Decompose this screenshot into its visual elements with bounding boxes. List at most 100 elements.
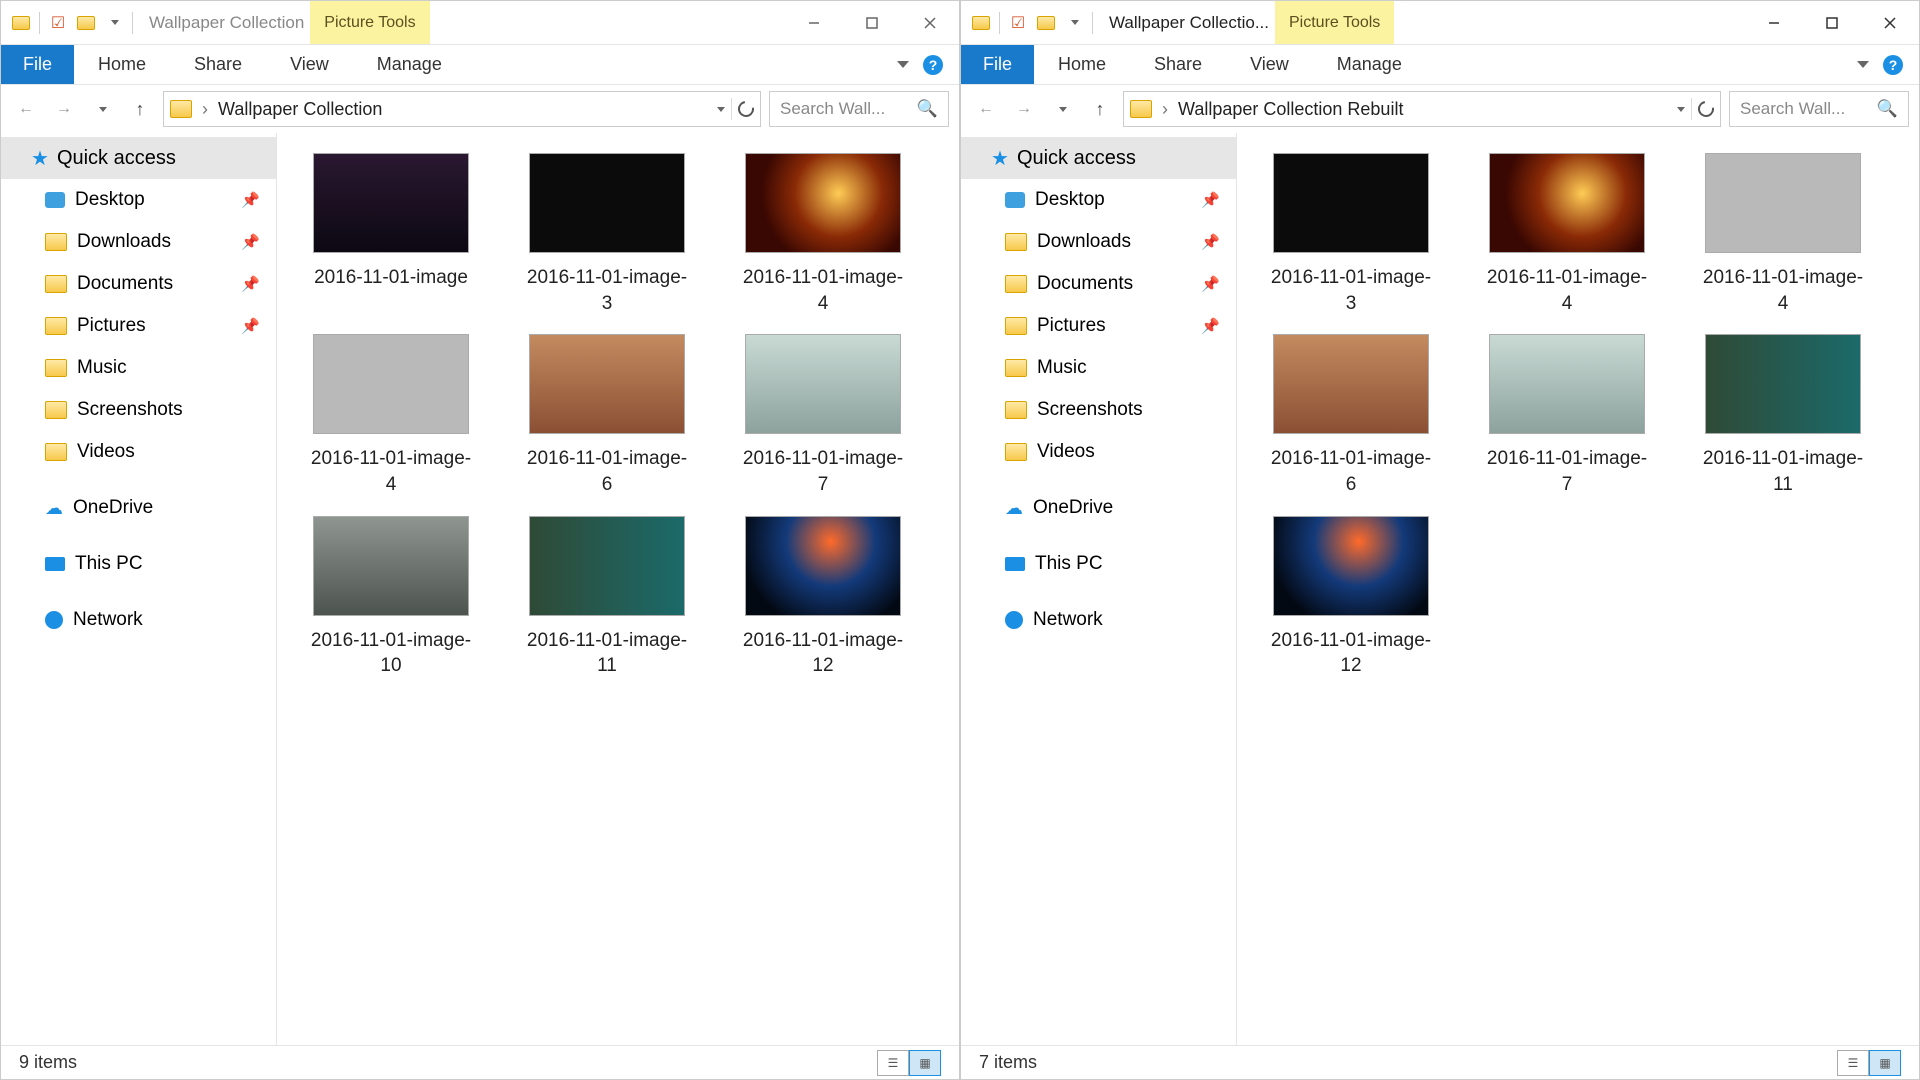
view-details-button[interactable]: ☰: [877, 1050, 909, 1076]
titlebar[interactable]: ☑ Wallpaper Collection Picture Tools: [1, 1, 959, 45]
tab-view[interactable]: View: [266, 45, 353, 84]
new-folder-icon[interactable]: [76, 13, 96, 33]
properties-icon[interactable]: ☑: [1008, 13, 1028, 33]
sidebar-item-pictures[interactable]: Pictures📌: [1, 305, 276, 347]
file-item[interactable]: 2016-11-01-image-11: [1693, 334, 1873, 497]
file-item[interactable]: 2016-11-01-image-3: [517, 153, 697, 316]
picture-tools-tab[interactable]: Picture Tools: [1275, 1, 1394, 44]
maximize-button[interactable]: [1803, 4, 1861, 42]
tab-share[interactable]: Share: [1130, 45, 1226, 84]
file-item[interactable]: 2016-11-01-image-4: [301, 334, 481, 497]
sidebar-item-videos[interactable]: Videos: [961, 431, 1236, 473]
picture-tools-tab[interactable]: Picture Tools: [310, 1, 429, 44]
nav-onedrive[interactable]: ☁OneDrive: [1, 487, 276, 529]
address-bar[interactable]: › Wallpaper Collection: [163, 91, 761, 127]
qat-dropdown-icon[interactable]: [1064, 13, 1084, 33]
search-icon[interactable]: 🔍: [917, 99, 938, 119]
system-menu-icon[interactable]: [11, 13, 31, 33]
search-icon[interactable]: 🔍: [1877, 99, 1898, 119]
ribbon-expand-icon[interactable]: [897, 61, 909, 68]
nav-network[interactable]: Network: [961, 599, 1236, 641]
minimize-button[interactable]: [785, 4, 843, 42]
tab-view[interactable]: View: [1226, 45, 1313, 84]
tab-manage[interactable]: Manage: [353, 45, 466, 84]
nav-onedrive[interactable]: ☁OneDrive: [961, 487, 1236, 529]
help-icon[interactable]: ?: [1883, 55, 1903, 75]
content-pane[interactable]: 2016-11-01-image2016-11-01-image-32016-1…: [277, 133, 959, 1045]
forward-button[interactable]: →: [49, 94, 79, 124]
nav-quick-access[interactable]: ★Quick access: [961, 137, 1236, 179]
recent-dropdown-icon[interactable]: [87, 94, 117, 124]
address-dropdown-icon[interactable]: [717, 107, 725, 112]
address-dropdown-icon[interactable]: [1677, 107, 1685, 112]
file-item[interactable]: 2016-11-01-image: [301, 153, 481, 316]
close-button[interactable]: [901, 4, 959, 42]
tab-home[interactable]: Home: [74, 45, 170, 84]
minimize-button[interactable]: [1745, 4, 1803, 42]
sidebar-item-desktop[interactable]: Desktop📌: [1, 179, 276, 221]
close-button[interactable]: [1861, 4, 1919, 42]
maximize-button[interactable]: [843, 4, 901, 42]
file-item[interactable]: 2016-11-01-image-6: [517, 334, 697, 497]
system-menu-icon[interactable]: [971, 13, 991, 33]
sidebar-item-pictures[interactable]: Pictures📌: [961, 305, 1236, 347]
content-pane[interactable]: 2016-11-01-image-32016-11-01-image-42016…: [1237, 133, 1919, 1045]
tab-manage[interactable]: Manage: [1313, 45, 1426, 84]
tab-share[interactable]: Share: [170, 45, 266, 84]
ribbon-expand-icon[interactable]: [1857, 61, 1869, 68]
breadcrumb-segment[interactable]: Wallpaper Collection: [218, 99, 382, 120]
sidebar-item-desktop[interactable]: Desktop📌: [961, 179, 1236, 221]
sidebar-item-downloads[interactable]: Downloads📌: [961, 221, 1236, 263]
address-bar[interactable]: › Wallpaper Collection Rebuilt: [1123, 91, 1721, 127]
file-item[interactable]: 2016-11-01-image-7: [1477, 334, 1657, 497]
new-folder-icon[interactable]: [1036, 13, 1056, 33]
help-icon[interactable]: ?: [923, 55, 943, 75]
up-button[interactable]: ↑: [125, 94, 155, 124]
nav-quick-access[interactable]: ★Quick access: [1, 137, 276, 179]
view-details-button[interactable]: ☰: [1837, 1050, 1869, 1076]
file-item[interactable]: 2016-11-01-image-12: [1261, 516, 1441, 679]
recent-dropdown-icon[interactable]: [1047, 94, 1077, 124]
forward-button[interactable]: →: [1009, 94, 1039, 124]
tab-file[interactable]: File: [961, 45, 1034, 84]
file-item[interactable]: 2016-11-01-image-4: [733, 153, 913, 316]
chevron-right-icon[interactable]: ›: [202, 99, 208, 120]
search-input[interactable]: Search Wall... 🔍: [769, 91, 949, 127]
file-item[interactable]: 2016-11-01-image-7: [733, 334, 913, 497]
file-item[interactable]: 2016-11-01-image-10: [301, 516, 481, 679]
back-button[interactable]: ←: [971, 94, 1001, 124]
file-item[interactable]: 2016-11-01-image-4: [1693, 153, 1873, 316]
file-item[interactable]: 2016-11-01-image-3: [1261, 153, 1441, 316]
thumbnail: [745, 516, 901, 616]
up-button[interactable]: ↑: [1085, 94, 1115, 124]
sidebar-item-music[interactable]: Music: [961, 347, 1236, 389]
sidebar-item-music[interactable]: Music: [1, 347, 276, 389]
qat-dropdown-icon[interactable]: [104, 13, 124, 33]
refresh-icon[interactable]: [1695, 98, 1717, 120]
breadcrumb-segment[interactable]: Wallpaper Collection Rebuilt: [1178, 99, 1403, 120]
tab-file[interactable]: File: [1, 45, 74, 84]
ribbon-right: ?: [897, 45, 959, 84]
back-button[interactable]: ←: [11, 94, 41, 124]
tab-home[interactable]: Home: [1034, 45, 1130, 84]
file-item[interactable]: 2016-11-01-image-6: [1261, 334, 1441, 497]
titlebar[interactable]: ☑ Wallpaper Collectio... Picture Tools: [961, 1, 1919, 45]
nav-network[interactable]: Network: [1, 599, 276, 641]
file-item[interactable]: 2016-11-01-image-4: [1477, 153, 1657, 316]
file-item[interactable]: 2016-11-01-image-11: [517, 516, 697, 679]
properties-icon[interactable]: ☑: [48, 13, 68, 33]
sidebar-item-screenshots[interactable]: Screenshots: [961, 389, 1236, 431]
refresh-icon[interactable]: [735, 98, 757, 120]
chevron-right-icon[interactable]: ›: [1162, 99, 1168, 120]
nav-this-pc[interactable]: This PC: [1, 543, 276, 585]
file-item[interactable]: 2016-11-01-image-12: [733, 516, 913, 679]
sidebar-item-screenshots[interactable]: Screenshots: [1, 389, 276, 431]
sidebar-item-videos[interactable]: Videos: [1, 431, 276, 473]
sidebar-item-documents[interactable]: Documents📌: [1, 263, 276, 305]
search-input[interactable]: Search Wall... 🔍: [1729, 91, 1909, 127]
view-thumbnails-button[interactable]: ▦: [909, 1050, 941, 1076]
nav-this-pc[interactable]: This PC: [961, 543, 1236, 585]
view-thumbnails-button[interactable]: ▦: [1869, 1050, 1901, 1076]
sidebar-item-documents[interactable]: Documents📌: [961, 263, 1236, 305]
sidebar-item-downloads[interactable]: Downloads📌: [1, 221, 276, 263]
